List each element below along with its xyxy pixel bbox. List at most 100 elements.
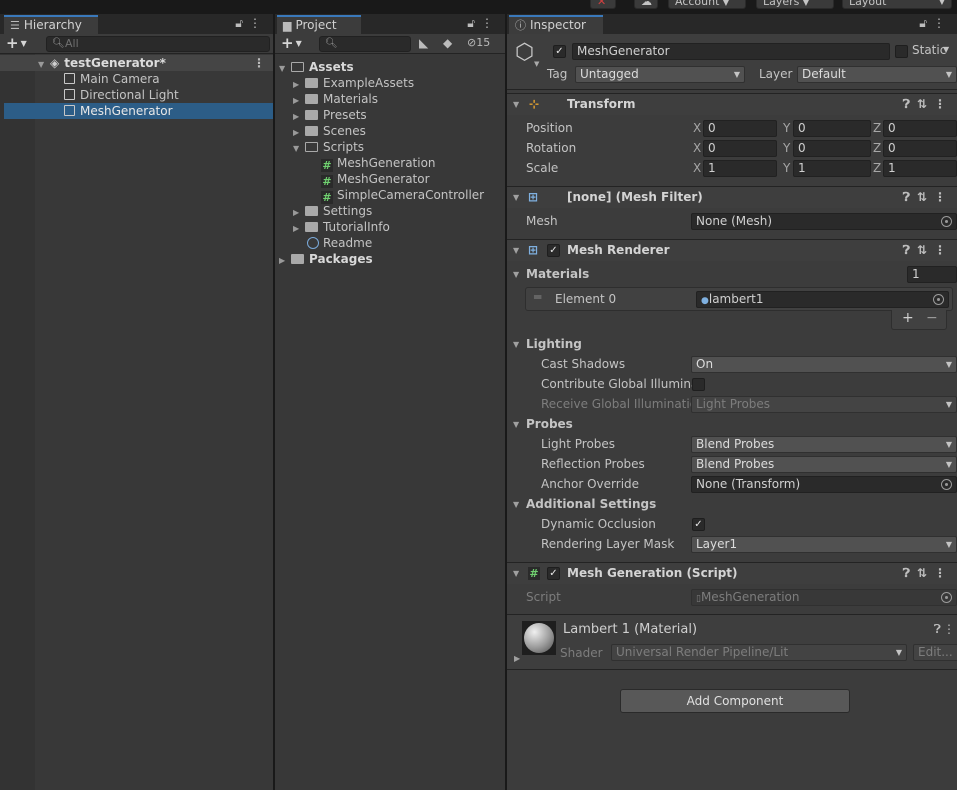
panel-menu-icons[interactable]: 🔓︎⋮ bbox=[235, 16, 267, 31]
kebab-menu-icon[interactable]: ⋮ bbox=[934, 566, 953, 580]
expand-arrow-icon[interactable]: ▼ bbox=[513, 420, 519, 429]
lock-icon[interactable]: 🔓︎ bbox=[919, 16, 933, 30]
materials-count-field[interactable]: 1 bbox=[907, 266, 957, 283]
object-name-field[interactable]: MeshGenerator bbox=[572, 43, 890, 60]
position-y-field[interactable]: 0 bbox=[793, 120, 871, 137]
help-icon[interactable]: ❓︎ bbox=[903, 190, 917, 204]
tree-item[interactable]: ▶ TutorialInfo bbox=[275, 219, 505, 235]
preset-icon[interactable]: ⇅ bbox=[917, 566, 934, 580]
expand-arrow-icon[interactable]: ▼ bbox=[513, 500, 519, 509]
scene-row[interactable]: ▼ ◈ testGenerator* ⋮ bbox=[0, 55, 273, 71]
add-icon[interactable]: + bbox=[902, 310, 914, 326]
expand-arrow-icon[interactable]: ▼ bbox=[513, 187, 519, 208]
kebab-menu-icon[interactable]: ⋮ bbox=[933, 16, 951, 30]
component-enabled-checkbox[interactable]: ✓ bbox=[547, 567, 560, 580]
preset-icon[interactable]: ⇅ bbox=[917, 190, 934, 204]
transform-header[interactable]: ▼ ⊹ Transform ❓︎⇅⋮ bbox=[507, 93, 957, 115]
expand-arrow-icon[interactable]: ▼ bbox=[513, 240, 519, 261]
lock-icon[interactable]: 🔓︎ bbox=[467, 16, 481, 30]
component-header-icons[interactable]: ❓︎⇅⋮ bbox=[903, 94, 953, 115]
tree-item[interactable]: # MeshGenerator bbox=[275, 171, 505, 188]
position-z-field[interactable]: 0 bbox=[883, 120, 957, 137]
tree-item[interactable]: ▶ ExampleAssets bbox=[275, 75, 505, 91]
expand-arrow-icon[interactable]: ▼ bbox=[513, 94, 519, 115]
component-header-icons[interactable]: ❓︎⇅⋮ bbox=[903, 240, 953, 261]
tree-item[interactable]: ▶ Presets bbox=[275, 107, 505, 123]
tree-packages[interactable]: ▶ Packages bbox=[275, 251, 505, 267]
mesh-generation-header[interactable]: ▼ # ✓ Mesh Generation (Script) ❓︎⇅⋮ bbox=[507, 562, 957, 584]
remove-icon[interactable]: − bbox=[926, 310, 938, 326]
shader-dropdown[interactable]: Universal Render Pipeline/Lit ▼ bbox=[611, 644, 907, 661]
component-enabled-checkbox[interactable]: ✓ bbox=[547, 244, 560, 257]
chevron-down-icon[interactable]: ▼ bbox=[943, 45, 949, 54]
account-dropdown[interactable]: Account ▼ bbox=[668, 0, 746, 9]
hierarchy-item[interactable]: Main Camera bbox=[0, 71, 273, 87]
tab-hierarchy[interactable]: ☰ Hierarchy bbox=[4, 15, 98, 34]
expand-arrow-icon[interactable]: ▼ bbox=[513, 340, 519, 349]
cast-shadows-dropdown[interactable]: On ▼ bbox=[691, 356, 957, 373]
position-x-field[interactable]: 0 bbox=[703, 120, 777, 137]
rendering-layer-dropdown[interactable]: Layer1 ▼ bbox=[691, 536, 957, 553]
material-object-field[interactable]: ●lambert1 bbox=[696, 291, 949, 308]
dynamic-occlusion-checkbox[interactable]: ✓ bbox=[692, 518, 705, 531]
component-header-icons[interactable]: ❓︎⇅⋮ bbox=[903, 187, 953, 208]
panel-menu-icons[interactable]: 🔓︎⋮ bbox=[919, 16, 951, 31]
mesh-object-field[interactable]: None (Mesh) bbox=[691, 213, 957, 230]
tree-assets[interactable]: ▼ Assets bbox=[275, 59, 505, 75]
kebab-menu-icon[interactable]: ⋮ bbox=[249, 16, 267, 30]
scale-z-field[interactable]: 1 bbox=[883, 160, 957, 177]
object-picker-icon[interactable] bbox=[941, 479, 952, 490]
hierarchy-item[interactable]: Directional Light bbox=[0, 87, 273, 103]
collab-button[interactable]: ✕ bbox=[590, 0, 616, 9]
mesh-renderer-header[interactable]: ▼ ⊞ ✓ Mesh Renderer ❓︎⇅⋮ bbox=[507, 239, 957, 261]
tab-inspector[interactable]: ⓘ Inspector bbox=[509, 15, 603, 34]
add-component-button[interactable]: Add Component bbox=[620, 689, 850, 713]
preset-icon[interactable]: ⇅ bbox=[917, 243, 934, 257]
contribute-gi-checkbox[interactable] bbox=[692, 378, 705, 391]
rotation-y-field[interactable]: 0 bbox=[793, 140, 871, 157]
collapse-arrow-icon[interactable]: ▶ bbox=[279, 253, 291, 269]
expand-arrow-icon[interactable]: ▼ bbox=[513, 563, 519, 584]
static-checkbox[interactable] bbox=[895, 45, 908, 58]
tree-item[interactable]: ▶ Settings bbox=[275, 203, 505, 219]
help-icon[interactable]: ❓︎ bbox=[934, 622, 941, 637]
tree-item[interactable]: Readme bbox=[275, 235, 505, 251]
drag-handle-icon[interactable]: ═ bbox=[534, 290, 541, 304]
lock-icon[interactable]: 🔓︎ bbox=[235, 16, 249, 30]
edit-shader-button[interactable]: Edit... bbox=[913, 644, 957, 661]
layout-dropdown[interactable]: Layout ▼ bbox=[842, 0, 952, 9]
scale-y-field[interactable]: 1 bbox=[793, 160, 871, 177]
component-header-icons[interactable]: ❓︎⇅⋮ bbox=[903, 563, 953, 584]
tag-dropdown[interactable]: Untagged ▼ bbox=[575, 66, 745, 83]
kebab-menu-icon[interactable]: ⋮ bbox=[934, 190, 953, 204]
hidden-packages-button[interactable]: ⊘15 bbox=[467, 36, 490, 49]
help-icon[interactable]: ❓︎ bbox=[903, 243, 917, 257]
cloud-button[interactable]: ☁ bbox=[634, 0, 658, 9]
tree-item[interactable]: ▶ Materials bbox=[275, 91, 505, 107]
tree-item[interactable]: ▼ Scripts bbox=[275, 139, 505, 155]
tab-project[interactable]: ▆ Project bbox=[277, 15, 361, 34]
hierarchy-search-input[interactable]: 🔍︎ All bbox=[46, 36, 270, 52]
filter-type-icon[interactable]: ◣ bbox=[419, 36, 428, 50]
tree-item[interactable]: ▶ Scenes bbox=[275, 123, 505, 139]
expand-arrow-icon[interactable]: ▼ bbox=[513, 270, 519, 279]
object-picker-icon[interactable] bbox=[933, 294, 944, 305]
tree-item[interactable]: # SimpleCameraController bbox=[275, 187, 505, 204]
mesh-filter-header[interactable]: ▼ ⊞ [none] (Mesh Filter) ❓︎⇅⋮ bbox=[507, 186, 957, 208]
project-search-input[interactable]: 🔍︎ bbox=[319, 36, 411, 52]
kebab-menu-icon[interactable]: ⋮ bbox=[934, 243, 953, 257]
help-icon[interactable]: ❓︎ bbox=[903, 566, 917, 580]
preset-icon[interactable]: ⇅ bbox=[917, 97, 934, 111]
reflection-probes-dropdown[interactable]: Blend Probes ▼ bbox=[691, 456, 957, 473]
active-checkbox[interactable]: ✓ bbox=[553, 45, 566, 58]
kebab-menu-icon[interactable]: ⋮ bbox=[943, 622, 955, 636]
filter-label-icon[interactable]: ◆ bbox=[443, 36, 452, 50]
kebab-menu-icon[interactable]: ⋮ bbox=[253, 55, 265, 71]
anchor-override-field[interactable]: None (Transform) bbox=[691, 476, 957, 493]
object-picker-icon[interactable] bbox=[941, 216, 952, 227]
hierarchy-item-selected[interactable]: MeshGenerator bbox=[4, 103, 273, 119]
layer-dropdown[interactable]: Default ▼ bbox=[797, 66, 957, 83]
light-probes-dropdown[interactable]: Blend Probes ▼ bbox=[691, 436, 957, 453]
create-button[interactable]: + ▼ bbox=[6, 35, 27, 52]
kebab-menu-icon[interactable]: ⋮ bbox=[481, 16, 499, 30]
